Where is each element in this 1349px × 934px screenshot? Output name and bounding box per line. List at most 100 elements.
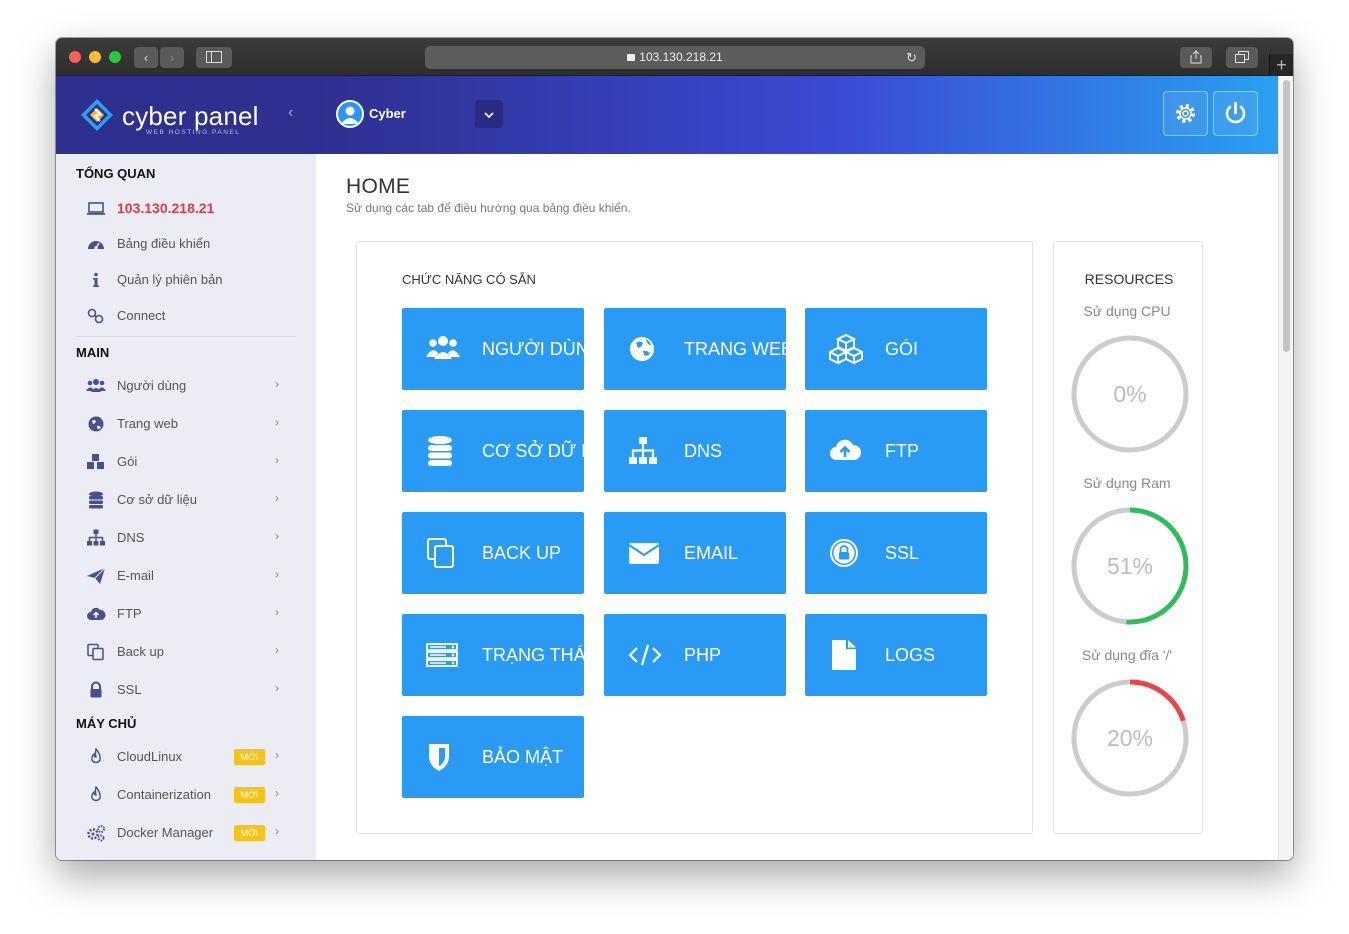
reload-icon[interactable]: ↻ (906, 46, 917, 69)
tile-label: LOGS (885, 645, 936, 665)
sidebar-item-docker-manager[interactable]: Docker Manager MỚI › (86, 821, 286, 845)
chevron-right-icon: › (275, 605, 279, 619)
new-badge: MỚI (234, 825, 265, 841)
cubes-icon (87, 454, 104, 469)
sidebar-item-databases[interactable]: Cơ sở dữ liệu › (86, 488, 286, 512)
sidebar-toggle-button[interactable] (196, 47, 232, 68)
forward-button[interactable]: › (160, 47, 184, 68)
sidebar-item-connect[interactable]: Connect (86, 304, 286, 328)
disk-usage-label: Sử dụng đĩa '/' (1081, 647, 1173, 663)
tile-users[interactable]: NGƯỜI DÙNG (402, 308, 584, 390)
collapse-sidebar-icon[interactable]: ‹ (288, 104, 293, 122)
tile-label: CƠ SỞ DỮ LIỆU (482, 441, 584, 461)
settings-button[interactable] (1163, 91, 1208, 136)
tile-security[interactable]: BẢO MẬT (402, 716, 584, 798)
sidebar-item-email[interactable]: E-mail › (86, 564, 286, 588)
cogs-icon (87, 825, 105, 842)
tile-databases[interactable]: CƠ SỞ DỮ LIỆU (402, 410, 584, 492)
code-icon (628, 644, 662, 666)
chevron-right-icon: › (275, 377, 279, 391)
user-name[interactable]: Cyber (369, 106, 406, 121)
shield-icon (429, 744, 449, 771)
lock-circle-icon (830, 539, 858, 567)
tile-label: BACK UP (482, 543, 562, 563)
tile-status[interactable]: TRẠNG THÁI (402, 614, 584, 696)
tabs-overview-button[interactable] (1226, 47, 1258, 68)
database-icon (89, 491, 103, 509)
zoom-window-button[interactable] (109, 51, 121, 63)
new-tab-button[interactable]: + (1269, 54, 1293, 76)
tile-logs[interactable]: LOGS (805, 614, 987, 696)
sitemap-icon (629, 437, 657, 464)
logout-button[interactable] (1213, 91, 1258, 136)
tile-label: TRẠNG THÁI (482, 645, 584, 665)
sidebar-item-label: CloudLinux (117, 749, 183, 764)
sidebar-item-ssl[interactable]: SSL › (86, 678, 286, 702)
tile-label: TRANG WEB (684, 339, 786, 359)
sidebar-item-packages[interactable]: Gói › (86, 450, 286, 474)
tile-email[interactable]: EMAIL (604, 512, 786, 594)
gear-icon (1176, 104, 1195, 123)
sidebar-item-dns[interactable]: DNS › (86, 526, 286, 550)
sitemap-icon (87, 529, 105, 546)
tile-backup[interactable]: BACK UP (402, 512, 584, 594)
close-window-button[interactable] (69, 51, 81, 63)
resources-panel: RESOURCES Sử dụng CPU 0% Sử dụng Ram 51%… (1053, 241, 1203, 834)
sidebar-item-label: Containerization (117, 787, 211, 802)
user-menu-button[interactable] (475, 100, 503, 128)
sidebar-item-server-ip[interactable]: 103.130.218.21 (86, 196, 286, 220)
back-button[interactable]: ‹ (134, 47, 158, 68)
chevron-right-icon: › (275, 529, 279, 543)
sidebar-item-websites[interactable]: Trang web › (86, 412, 286, 436)
sidebar-item-users[interactable]: Người dùng › (86, 374, 286, 398)
server-icon (426, 643, 458, 667)
disk-usage-value: 20% (1106, 725, 1154, 751)
globe-icon (88, 416, 104, 432)
cyberpanel-logo[interactable] (80, 98, 114, 132)
tabs-icon (1235, 51, 1249, 63)
sidebar-item-containerization[interactable]: Containerization MỚI › (86, 783, 286, 807)
cpu-usage-value: 0% (1113, 381, 1147, 407)
page-scrollbar[interactable] (1278, 76, 1293, 860)
sidebar-item-cloudlinux[interactable]: CloudLinux MỚI › (86, 745, 286, 769)
chevron-right-icon: › (275, 415, 279, 429)
database-icon (428, 436, 452, 466)
tile-packages[interactable]: GÓI (805, 308, 987, 390)
sidebar-item-dashboard[interactable]: Bảng điều khiển (86, 232, 286, 256)
scrollbar-thumb[interactable] (1283, 80, 1290, 352)
sidebar-item-label: Bảng điều khiển (117, 236, 211, 251)
fire-icon (91, 748, 101, 764)
users-icon (426, 336, 460, 359)
sidebar-item-label: Gói (117, 454, 138, 469)
minimize-window-button[interactable] (89, 51, 101, 63)
tile-label: FTP (885, 441, 919, 461)
page-title: HOME (346, 175, 411, 198)
sidebar-item-backup[interactable]: Back up › (86, 640, 286, 664)
sidebar-item-version[interactable]: Quản lý phiên bản (86, 268, 286, 292)
tile-label: EMAIL (684, 543, 739, 563)
cpu-usage-label: Sử dụng CPU (1083, 303, 1171, 319)
chevron-right-icon: › (275, 748, 279, 762)
address-bar[interactable]: 103.130.218.21 ↻ (425, 46, 925, 69)
globe-icon (630, 337, 654, 361)
tile-label: NGƯỜI DÙNG (482, 339, 584, 359)
tile-php[interactable]: PHP (604, 614, 786, 696)
sidebar-item-ftp[interactable]: FTP › (86, 602, 286, 626)
sidebar-item-label: Trang web (117, 416, 178, 431)
new-badge: MỚI (234, 787, 265, 803)
avatar[interactable] (336, 100, 364, 128)
chevron-right-icon: › (275, 786, 279, 800)
share-icon (1190, 50, 1202, 64)
power-icon (1225, 101, 1246, 124)
tile-websites[interactable]: TRANG WEB (604, 308, 786, 390)
chevron-down-icon (484, 112, 494, 119)
chevron-right-icon: › (275, 567, 279, 581)
sidebar-item-label: Cơ sở dữ liệu (117, 492, 197, 507)
tile-dns[interactable]: DNS (604, 410, 786, 492)
share-button[interactable] (1180, 47, 1212, 68)
chevron-right-icon: › (275, 681, 279, 695)
tile-ftp[interactable]: FTP (805, 410, 987, 492)
sidebar-item-label: Người dùng (117, 378, 187, 393)
tile-ssl[interactable]: SSL (805, 512, 987, 594)
cloud-upload-icon (87, 607, 106, 620)
